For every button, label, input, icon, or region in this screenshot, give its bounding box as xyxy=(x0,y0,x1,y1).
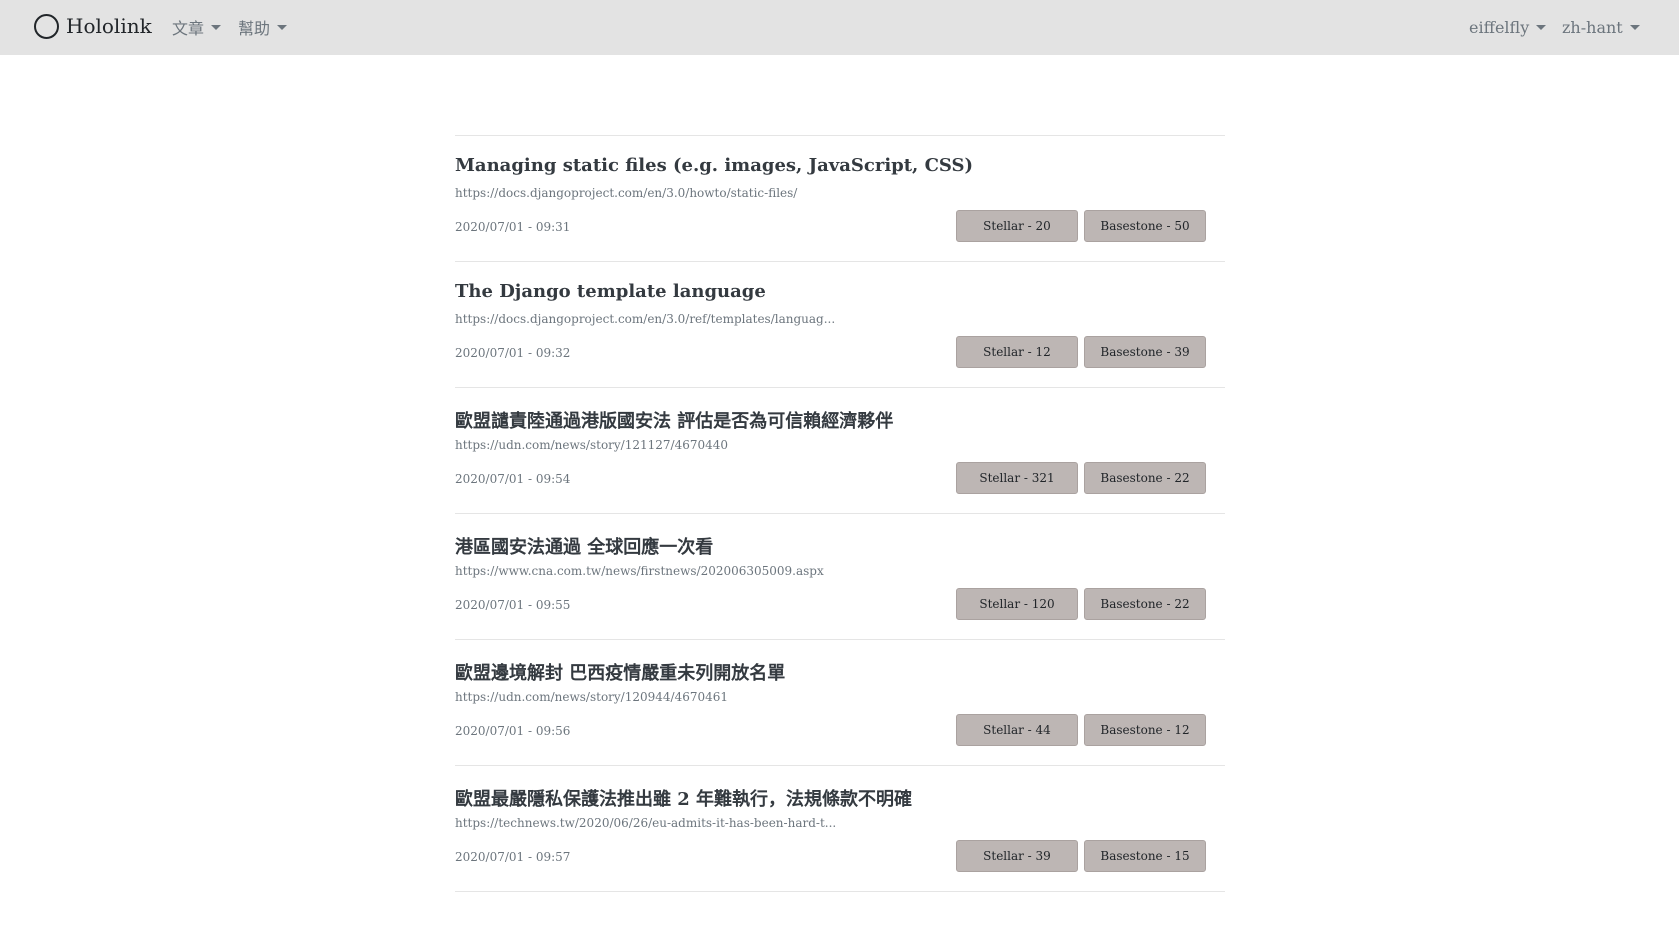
stellar-button[interactable]: Stellar - 20 xyxy=(956,210,1078,242)
article-item: 歐盟邊境解封 巴西疫情嚴重未列開放名單 https://udn.com/news… xyxy=(455,640,1225,766)
brand-name: Hololink xyxy=(66,14,152,38)
article-title-link[interactable]: 歐盟最嚴隱私保護法推出雖 2 年難執行，法規條款不明確 xyxy=(455,785,912,811)
language-menu-label: zh-hant xyxy=(1562,17,1623,37)
stellar-button[interactable]: Stellar - 39 xyxy=(956,840,1078,872)
article-url-link[interactable]: https://www.cna.com.tw/news/firstnews/20… xyxy=(455,564,824,578)
chevron-down-icon xyxy=(1536,25,1547,30)
stellar-button[interactable]: Stellar - 12 xyxy=(956,336,1078,368)
stellar-button[interactable]: Stellar - 44 xyxy=(956,714,1078,746)
article-item: 港區國安法通過 全球回應一次看 https://www.cna.com.tw/n… xyxy=(455,514,1225,640)
user-menu-label: eiffelfly xyxy=(1469,17,1530,37)
articles-menu-label: 文章 xyxy=(172,19,205,38)
article-title-link[interactable]: The Django template language xyxy=(455,281,766,302)
article-item: The Django template language https://doc… xyxy=(455,262,1225,388)
chevron-down-icon xyxy=(277,25,288,30)
help-menu-dropdown[interactable]: 幫助 xyxy=(238,16,288,38)
basestone-button[interactable]: Basestone - 12 xyxy=(1084,714,1206,746)
basestone-button[interactable]: Basestone - 15 xyxy=(1084,840,1206,872)
article-list: Managing static files (e.g. images, Java… xyxy=(455,135,1225,892)
top-navbar: Hololink 文章 幫助 eiffelfly zh-hant xyxy=(0,0,1679,55)
article-url-link[interactable]: https://udn.com/news/story/121127/467044… xyxy=(455,438,728,452)
brand-logo-circle-icon xyxy=(34,13,59,39)
article-date: 2020/07/01 - 09:31 xyxy=(455,220,571,234)
brand-link[interactable]: Hololink xyxy=(34,12,152,40)
article-url-link[interactable]: https://docs.djangoproject.com/en/3.0/re… xyxy=(455,312,835,326)
article-item: Managing static files (e.g. images, Java… xyxy=(455,136,1225,262)
article-date: 2020/07/01 - 09:54 xyxy=(455,472,571,486)
chevron-down-icon xyxy=(1629,25,1640,30)
article-title-link[interactable]: 歐盟譴責陸通過港版國安法 評估是否為可信賴經濟夥伴 xyxy=(455,407,893,433)
article-item: 歐盟譴責陸通過港版國安法 評估是否為可信賴經濟夥伴 https://udn.co… xyxy=(455,388,1225,514)
chevron-down-icon xyxy=(211,25,222,30)
help-menu-label: 幫助 xyxy=(238,19,271,38)
basestone-button[interactable]: Basestone - 50 xyxy=(1084,210,1206,242)
article-title-link[interactable]: 港區國安法通過 全球回應一次看 xyxy=(455,533,713,559)
article-url-link[interactable]: https://udn.com/news/story/120944/467046… xyxy=(455,690,728,704)
stellar-button[interactable]: Stellar - 321 xyxy=(956,462,1078,494)
article-title-link[interactable]: Managing static files (e.g. images, Java… xyxy=(455,155,973,176)
article-date: 2020/07/01 - 09:56 xyxy=(455,724,571,738)
language-menu-dropdown[interactable]: zh-hant xyxy=(1562,16,1640,38)
stellar-button[interactable]: Stellar - 120 xyxy=(956,588,1078,620)
basestone-button[interactable]: Basestone - 22 xyxy=(1084,462,1206,494)
articles-menu-dropdown[interactable]: 文章 xyxy=(172,16,222,38)
basestone-button[interactable]: Basestone - 22 xyxy=(1084,588,1206,620)
user-menu-dropdown[interactable]: eiffelfly xyxy=(1469,16,1547,38)
article-url-link[interactable]: https://docs.djangoproject.com/en/3.0/ho… xyxy=(455,186,797,200)
article-date: 2020/07/01 - 09:57 xyxy=(455,850,571,864)
basestone-button[interactable]: Basestone - 39 xyxy=(1084,336,1206,368)
article-date: 2020/07/01 - 09:55 xyxy=(455,598,571,612)
article-date: 2020/07/01 - 09:32 xyxy=(455,346,571,360)
article-title-link[interactable]: 歐盟邊境解封 巴西疫情嚴重未列開放名單 xyxy=(455,659,785,685)
article-item: 歐盟最嚴隱私保護法推出雖 2 年難執行，法規條款不明確 https://tech… xyxy=(455,766,1225,892)
article-url-link[interactable]: https://technews.tw/2020/06/26/eu-admits… xyxy=(455,816,836,830)
